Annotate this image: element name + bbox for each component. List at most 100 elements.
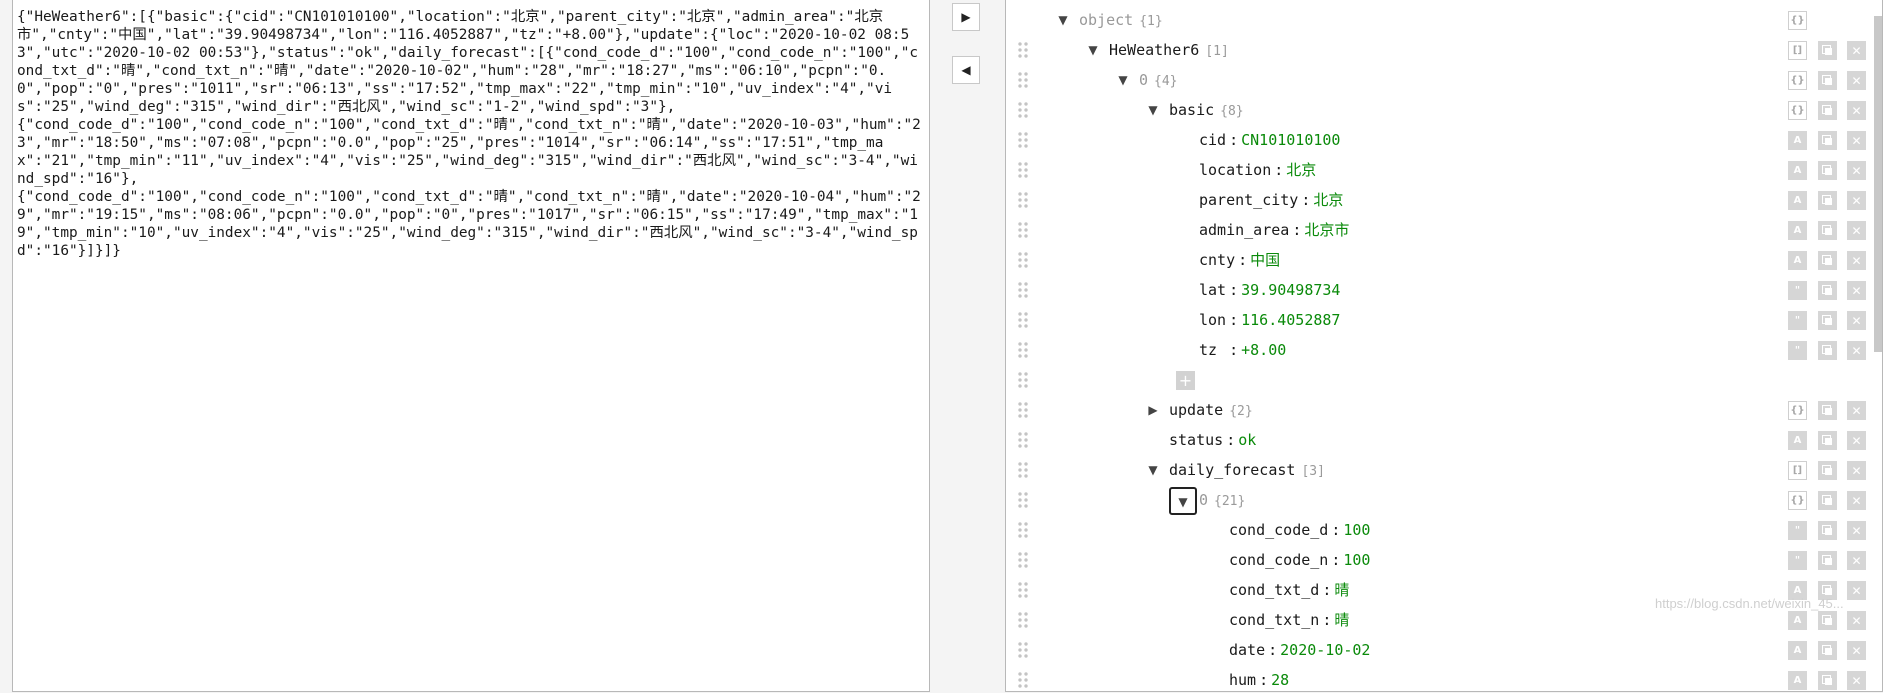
remove-icon[interactable]: ✕ [1847, 41, 1866, 60]
json-tree-editor[interactable]: ▼ object {1}{} ▼ HeWeather6 [1][] ✕ ▼ 0 {4}{} ✕ ▼ ba… [1005, 0, 1883, 692]
tree-row[interactable]: ▼ basic {8} {} ✕ [1006, 95, 1876, 125]
drag-handle-icon[interactable] [1017, 101, 1029, 119]
field-key[interactable]: lon [1199, 311, 1226, 329]
remove-icon[interactable]: ✕ [1847, 311, 1866, 330]
field-key[interactable]: object [1079, 11, 1133, 29]
tree-row[interactable]: ▼ 0 {4} {} ✕ [1006, 65, 1876, 95]
tree-row[interactable]: lat:39.90498734 " ✕ [1006, 275, 1876, 305]
collapse-icon[interactable]: ▼ [1169, 487, 1197, 515]
tree-row[interactable]: ▼ 0 {21} {} ✕ [1006, 485, 1876, 515]
duplicate-icon[interactable] [1818, 491, 1837, 510]
duplicate-icon[interactable] [1818, 551, 1837, 570]
field-key[interactable]: update [1169, 401, 1223, 419]
add-field-button[interactable]: + [1176, 371, 1195, 390]
tree-scrollbar[interactable] [1874, 16, 1882, 352]
type-switch-button[interactable]: " [1788, 341, 1807, 360]
field-key[interactable]: parent_city [1199, 191, 1298, 209]
type-switch-button[interactable]: A [1788, 221, 1807, 240]
duplicate-icon[interactable] [1818, 311, 1837, 330]
duplicate-icon[interactable] [1818, 221, 1837, 240]
type-switch-button[interactable]: A [1788, 191, 1807, 210]
remove-icon[interactable]: ✕ [1847, 431, 1866, 450]
field-key[interactable]: admin_area [1199, 221, 1289, 239]
tree-row[interactable]: ▼ daily_forecast [3] [] ✕ [1006, 455, 1876, 485]
type-switch-button[interactable]: " [1788, 551, 1807, 570]
field-value[interactable]: 116.4052887 [1241, 311, 1340, 329]
field-value[interactable]: 北京 [1313, 191, 1343, 209]
field-key[interactable]: location [1199, 161, 1271, 179]
remove-icon[interactable]: ✕ [1847, 611, 1866, 630]
field-value[interactable]: 100 [1343, 521, 1370, 539]
field-key[interactable]: 0 [1139, 71, 1148, 89]
field-value[interactable]: ok [1238, 431, 1256, 449]
tree-row[interactable]: ▼ HeWeather6 [1] [] ✕ [1006, 35, 1876, 65]
remove-icon[interactable]: ✕ [1847, 671, 1866, 690]
field-key[interactable]: status [1169, 431, 1223, 449]
raw-json-text[interactable]: {"HeWeather6":[{"basic":{"cid":"CN101010… [13, 0, 929, 260]
raw-json-editor[interactable]: {"HeWeather6":[{"basic":{"cid":"CN101010… [12, 0, 930, 692]
drag-handle-icon[interactable] [1017, 671, 1029, 689]
remove-icon[interactable]: ✕ [1847, 401, 1866, 420]
tree-row[interactable]: lon:116.4052887 " ✕ [1006, 305, 1876, 335]
remove-icon[interactable]: ✕ [1847, 191, 1866, 210]
drag-handle-icon[interactable] [1017, 221, 1029, 239]
tree-row[interactable]: ▼ object {1} {} [1006, 5, 1876, 35]
remove-icon[interactable]: ✕ [1847, 491, 1866, 510]
drag-handle-icon[interactable] [1017, 191, 1029, 209]
tree-row[interactable]: admin_area: 北京市 A ✕ [1006, 215, 1876, 245]
type-switch-button[interactable]: {} [1788, 101, 1807, 120]
field-value[interactable]: 2020-10-02 [1280, 641, 1370, 659]
tree-row[interactable]: cnty: 中国 A ✕ [1006, 245, 1876, 275]
type-switch-button[interactable]: A [1788, 431, 1807, 450]
drag-handle-icon[interactable] [1017, 341, 1029, 359]
duplicate-icon[interactable] [1818, 461, 1837, 480]
drag-handle-icon[interactable] [1017, 251, 1029, 269]
type-switch-button[interactable]: A [1788, 671, 1807, 690]
type-switch-button[interactable]: A [1788, 251, 1807, 270]
drag-handle-icon[interactable] [1017, 491, 1029, 509]
duplicate-icon[interactable] [1818, 131, 1837, 150]
duplicate-icon[interactable] [1818, 521, 1837, 540]
drag-handle-icon[interactable] [1017, 281, 1029, 299]
field-value[interactable]: 39.90498734 [1241, 281, 1340, 299]
field-value[interactable]: +8.00 [1241, 341, 1286, 359]
collapse-icon[interactable]: ▼ [1144, 455, 1162, 485]
remove-icon[interactable]: ✕ [1847, 641, 1866, 660]
type-switch-button[interactable]: " [1788, 311, 1807, 330]
remove-icon[interactable]: ✕ [1847, 521, 1866, 540]
field-key[interactable]: lat [1199, 281, 1226, 299]
tree-row[interactable]: tz : +8.00 " ✕ [1006, 335, 1876, 365]
field-key[interactable]: cond_code_d [1229, 521, 1328, 539]
type-switch-button[interactable]: {} [1788, 491, 1807, 510]
remove-icon[interactable]: ✕ [1847, 161, 1866, 180]
field-key[interactable]: date [1229, 641, 1265, 659]
type-switch-button[interactable]: " [1788, 281, 1807, 300]
collapse-icon[interactable]: ▼ [1054, 5, 1072, 35]
type-switch-button[interactable]: A [1788, 161, 1807, 180]
remove-icon[interactable]: ✕ [1847, 71, 1866, 90]
field-value[interactable]: CN101010100 [1241, 131, 1340, 149]
tree-row[interactable]: date:2020-10-02 A ✕ [1006, 635, 1876, 665]
type-switch-button[interactable]: {} [1788, 11, 1807, 30]
field-key[interactable]: cnty [1199, 251, 1235, 269]
field-value[interactable]: 28 [1271, 671, 1289, 689]
duplicate-icon[interactable] [1818, 641, 1837, 660]
tree-add-row[interactable]: + [1006, 365, 1876, 395]
field-key[interactable]: hum [1229, 671, 1256, 689]
tree-row[interactable]: cond_code_n:100 " ✕ [1006, 545, 1876, 575]
duplicate-icon[interactable] [1818, 401, 1837, 420]
drag-handle-icon[interactable] [1017, 551, 1029, 569]
tree-row[interactable]: location: 北京 A ✕ [1006, 155, 1876, 185]
field-key[interactable]: HeWeather6 [1109, 41, 1199, 59]
drag-handle-icon[interactable] [1017, 371, 1029, 389]
field-value[interactable]: 晴 [1334, 611, 1349, 629]
field-key[interactable]: cid [1199, 131, 1226, 149]
tree-row[interactable]: ▶ update {2} {} ✕ [1006, 395, 1876, 425]
remove-icon[interactable]: ✕ [1847, 131, 1866, 150]
drag-handle-icon[interactable] [1017, 461, 1029, 479]
duplicate-icon[interactable] [1818, 431, 1837, 450]
collapse-icon[interactable]: ▼ [1084, 35, 1102, 65]
tree-row[interactable]: status: ok A ✕ [1006, 425, 1876, 455]
copy-to-left-button[interactable]: ◀ [952, 56, 980, 84]
tree-row[interactable]: cid: CN101010100 A ✕ [1006, 125, 1876, 155]
